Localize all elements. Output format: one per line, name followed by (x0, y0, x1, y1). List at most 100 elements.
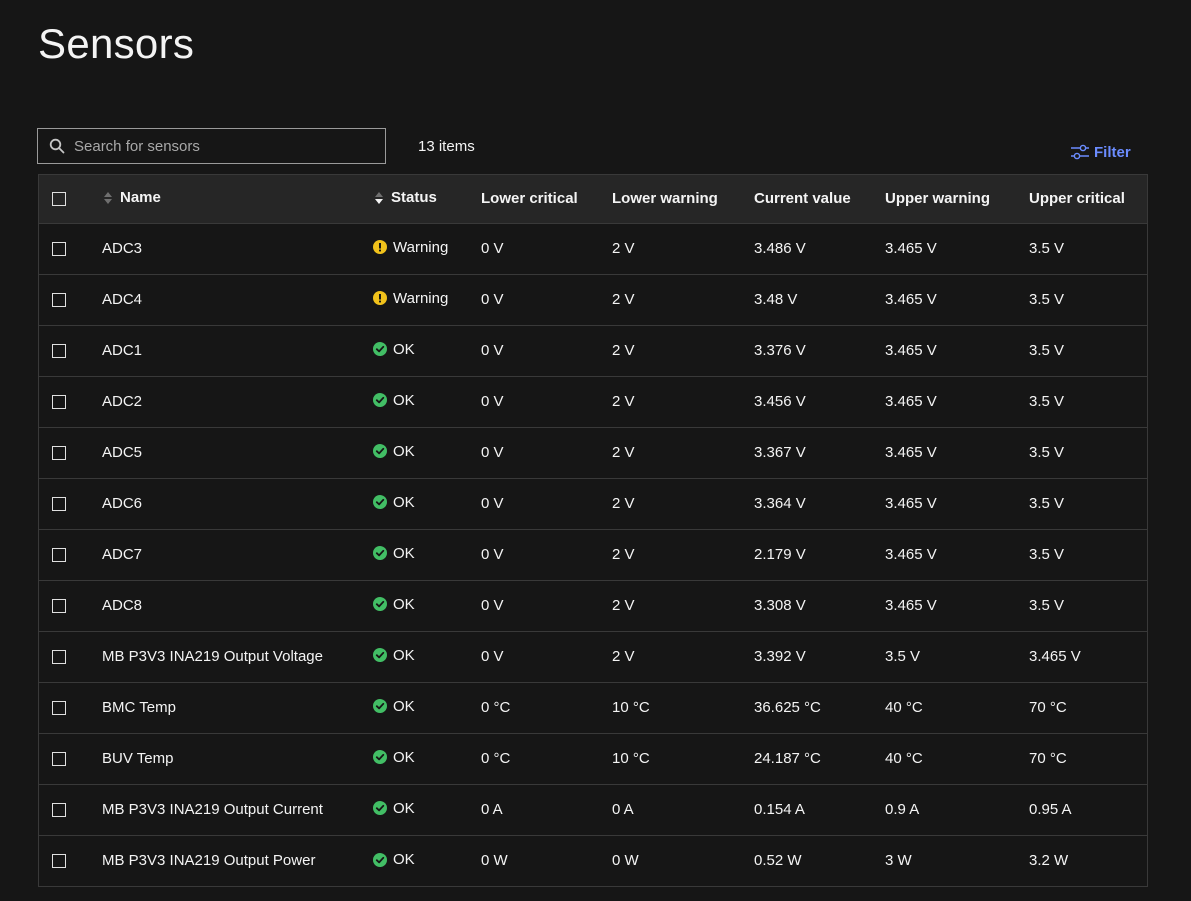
sensor-status: OK (393, 391, 415, 409)
table-header-row: Name Status Lower critical Lower warning… (39, 175, 1147, 223)
table-row[interactable]: MB P3V3 INA219 Output Power OK 0 W 0 W 0.52 … (39, 835, 1147, 886)
select-all-checkbox[interactable] (52, 192, 66, 207)
lower-critical: 0 V (481, 240, 504, 257)
lower-warning: 0 A (612, 801, 634, 818)
upper-critical: 3.5 V (1029, 342, 1065, 359)
sensor-status: OK (393, 595, 415, 613)
row-checkbox[interactable] (52, 548, 66, 563)
lower-critical: 0 V (481, 597, 504, 614)
upper-warning: 40 °C (885, 699, 923, 716)
table-row[interactable]: ADC6 OK 0 V 2 V 3.364 V 3.465 V 3.5 V (39, 478, 1147, 529)
row-checkbox[interactable] (52, 446, 66, 461)
current-value: 3.308 V (754, 597, 806, 614)
upper-warning: 3.5 V (885, 648, 921, 665)
table-row[interactable]: ADC8 OK 0 V 2 V 3.308 V 3.465 V 3.5 V (39, 580, 1147, 631)
table-row[interactable]: ADC5 OK 0 V 2 V 3.367 V 3.465 V 3.5 V (39, 427, 1147, 478)
sensor-status: OK (393, 493, 415, 511)
table-row[interactable]: ADC1 OK 0 V 2 V 3.376 V 3.465 V 3.5 V (39, 325, 1147, 376)
row-select-cell (39, 427, 102, 478)
upper-warning: 3.465 V (885, 495, 937, 512)
current-value: 3.367 V (754, 444, 806, 461)
table-row[interactable]: MB P3V3 INA219 Output Current OK 0 A 0 A 0.1… (39, 784, 1147, 835)
search-box[interactable] (37, 128, 386, 164)
row-select-cell (39, 325, 102, 376)
current-value: 0.154 A (754, 801, 805, 818)
upper-critical: 3.465 V (1029, 648, 1081, 665)
table-row[interactable]: BMC Temp OK 0 °C 10 °C 36.625 °C 40 °C 70 °C (39, 682, 1147, 733)
lower-warning: 2 V (612, 342, 635, 359)
lower-critical: 0 V (481, 444, 504, 461)
lower-warning: 0 W (612, 852, 639, 870)
lower-warning: 2 V (612, 240, 635, 257)
row-select-cell (39, 733, 102, 784)
sort-name[interactable]: Name (102, 189, 161, 206)
upper-warning: 3.465 V (885, 240, 937, 257)
header-status[interactable]: Status (373, 175, 481, 223)
lower-warning: 2 V (612, 393, 635, 410)
sensor-name: MB P3V3 INA219 Output Current (102, 801, 323, 818)
sensor-status-cell: OK (373, 733, 481, 784)
upper-warning: 3.465 V (885, 393, 937, 410)
filter-label: Filter (1094, 143, 1131, 161)
sensor-name: ADC8 (102, 597, 143, 614)
row-checkbox[interactable] (52, 650, 66, 665)
table-row[interactable]: MB P3V3 INA219 Output Voltage OK 0 V 2 V 3.3… (39, 631, 1147, 682)
sensor-status-cell: OK (373, 631, 481, 682)
warning-icon (373, 240, 387, 255)
current-value: 3.364 V (754, 495, 806, 512)
sort-icon (102, 190, 114, 206)
row-checkbox[interactable] (52, 752, 66, 767)
sensor-name: ADC3 (102, 240, 143, 257)
row-checkbox[interactable] (52, 395, 66, 410)
row-checkbox[interactable] (52, 803, 66, 818)
upper-critical: 0.95 A (1029, 801, 1072, 818)
upper-critical: 3.5 V (1029, 597, 1065, 614)
header-name[interactable]: Name (102, 175, 373, 223)
checkmark-circle-icon (373, 801, 387, 816)
row-checkbox[interactable] (52, 293, 66, 308)
lower-critical: 0 W (481, 852, 508, 870)
lower-critical: 0 V (481, 546, 504, 563)
row-select-cell (39, 529, 102, 580)
filter-button[interactable]: Filter (1070, 142, 1131, 162)
lower-critical: 0 V (481, 291, 504, 308)
table-row[interactable]: ADC7 OK 0 V 2 V 2.179 V 3.465 V 3.5 V (39, 529, 1147, 580)
search-input[interactable] (70, 137, 385, 155)
lower-warning: 2 V (612, 444, 635, 461)
current-value: 2.179 V (754, 546, 806, 563)
table-row[interactable]: ADC3 Warning 0 V 2 V 3.486 V 3.465 V 3.5 V (39, 223, 1147, 274)
sensor-status: Warning (393, 238, 449, 256)
checkmark-circle-icon (373, 546, 387, 561)
lower-warning: 2 V (612, 495, 635, 512)
checkmark-circle-icon (373, 495, 387, 510)
row-checkbox[interactable] (52, 599, 66, 614)
row-checkbox[interactable] (52, 242, 66, 257)
upper-critical: 3.5 V (1029, 444, 1065, 461)
current-value: 24.187 °C (754, 750, 821, 767)
header-name-label: Name (120, 189, 161, 206)
upper-critical: 3.5 V (1029, 495, 1065, 512)
row-checkbox[interactable] (52, 854, 66, 869)
row-select-cell (39, 478, 102, 529)
table-row[interactable]: ADC4 Warning 0 V 2 V 3.48 V 3.465 V 3.5 V (39, 274, 1147, 325)
upper-warning: 3.465 V (885, 546, 937, 563)
row-checkbox[interactable] (52, 344, 66, 359)
header-lower-warning: Lower warning (612, 190, 718, 208)
lower-critical: 0 A (481, 801, 503, 818)
sensor-name: ADC4 (102, 291, 143, 308)
row-checkbox[interactable] (52, 497, 66, 512)
table-row[interactable]: BUV Temp OK 0 °C 10 °C 24.187 °C 40 °C 70 °C (39, 733, 1147, 784)
header-lower-critical: Lower critical (481, 190, 578, 208)
sensor-status: OK (393, 799, 415, 817)
row-checkbox[interactable] (52, 701, 66, 716)
upper-warning: 3.465 V (885, 444, 937, 461)
current-value: 3.486 V (754, 240, 806, 257)
row-select-cell (39, 223, 102, 274)
lower-warning: 10 °C (612, 699, 650, 716)
sensor-name: ADC2 (102, 393, 143, 410)
current-value: 3.456 V (754, 393, 806, 410)
sensor-status-cell: OK (373, 835, 481, 886)
sort-status[interactable]: Status (373, 189, 437, 206)
sensors-table: Name Status Lower critical Lower warning… (38, 174, 1148, 887)
table-row[interactable]: ADC2 OK 0 V 2 V 3.456 V 3.465 V 3.5 V (39, 376, 1147, 427)
